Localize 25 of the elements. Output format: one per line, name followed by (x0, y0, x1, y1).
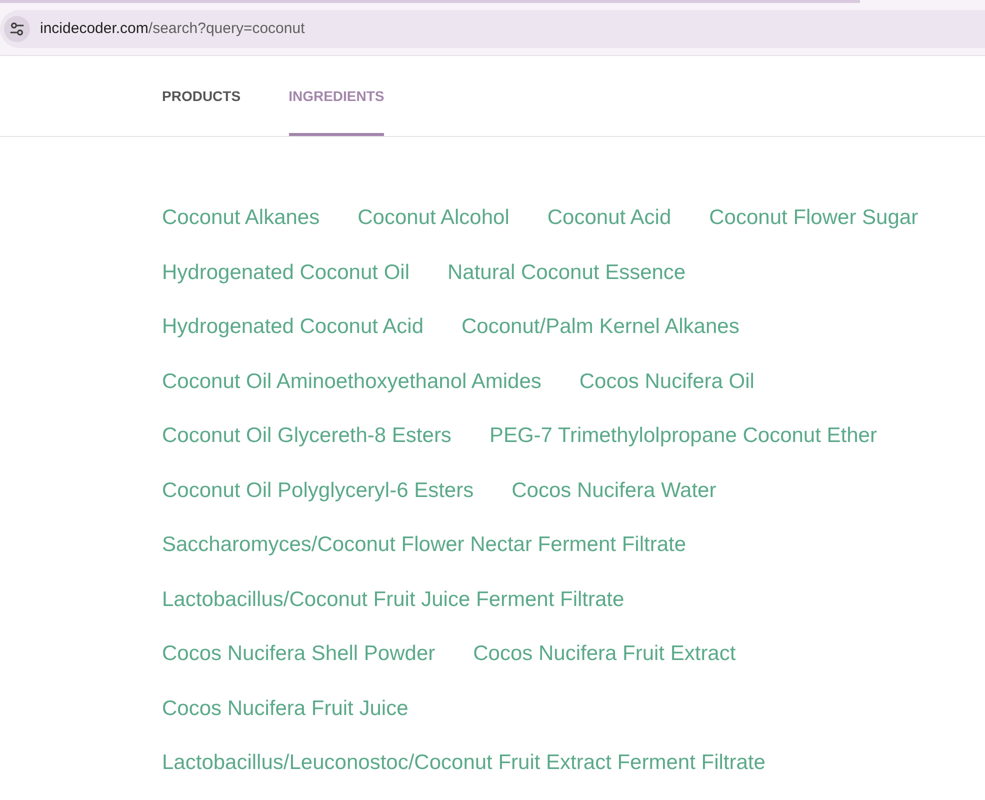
tab[interactable]: INGREDIENTS (288, 56, 384, 136)
ingredient-link[interactable]: Coconut Alcohol (358, 203, 510, 233)
ingredient-link[interactable]: Coconut Flower Sugar (709, 203, 918, 233)
ingredient-link[interactable]: PEG-7 Trimethylolpropane Coconut Ether (489, 421, 877, 451)
ingredient-link[interactable]: Lactobacillus/Leuconostoc/Coconut Fruit Extract Ferment Filtrate (162, 748, 766, 778)
ingredient-link[interactable]: Cocos Nucifera Fruit Extract (473, 639, 736, 669)
ingredient-link[interactable]: Coconut Acid (547, 203, 672, 233)
ingredient-link[interactable]: Coconut Oil Glycereth-8 Esters (162, 421, 452, 451)
url-text: incidecoder.com/search?query=coconut (40, 19, 305, 39)
tab[interactable]: PRODUCTS (162, 56, 241, 136)
ingredient-link[interactable]: Hydrogenated Coconut Oil (162, 258, 410, 288)
ingredient-link[interactable]: Cocos Nucifera Water (512, 476, 716, 506)
ingredient-link[interactable]: Lactobacillus/Coconut Fruit Juice Ferment Filtrate (162, 584, 624, 614)
ingredient-link[interactable]: Cocos Nucifera Shell Powder (162, 639, 436, 669)
ingredient-link[interactable]: Natural Coconut Essence (447, 258, 686, 288)
ingredient-link[interactable]: Hydrogenated Coconut Acid (162, 312, 424, 342)
ingredient-link[interactable]: Coconut Oil Aminoethoxyethanol Amides (162, 366, 542, 396)
ingredient-link[interactable]: Cocos Nucifera Oil (579, 366, 754, 396)
sliders-icon[interactable] (4, 16, 30, 42)
ingredient-link[interactable]: Coconut Oil Polyglyceryl-6 Esters (162, 476, 474, 506)
ingredient-link[interactable]: Coconut Alkanes (162, 203, 320, 233)
ingredient-link[interactable]: Saccharomyces/Coconut Flower Nectar Ferment Filtrate (162, 530, 686, 560)
ingredient-link[interactable]: Cocos Nucifera Fruit Juice (162, 694, 408, 724)
address-bar[interactable]: incidecoder.com/search?query=coconut (0, 10, 985, 48)
ingredient-link[interactable]: Coconut/Palm Kernel Alkanes (462, 312, 740, 342)
